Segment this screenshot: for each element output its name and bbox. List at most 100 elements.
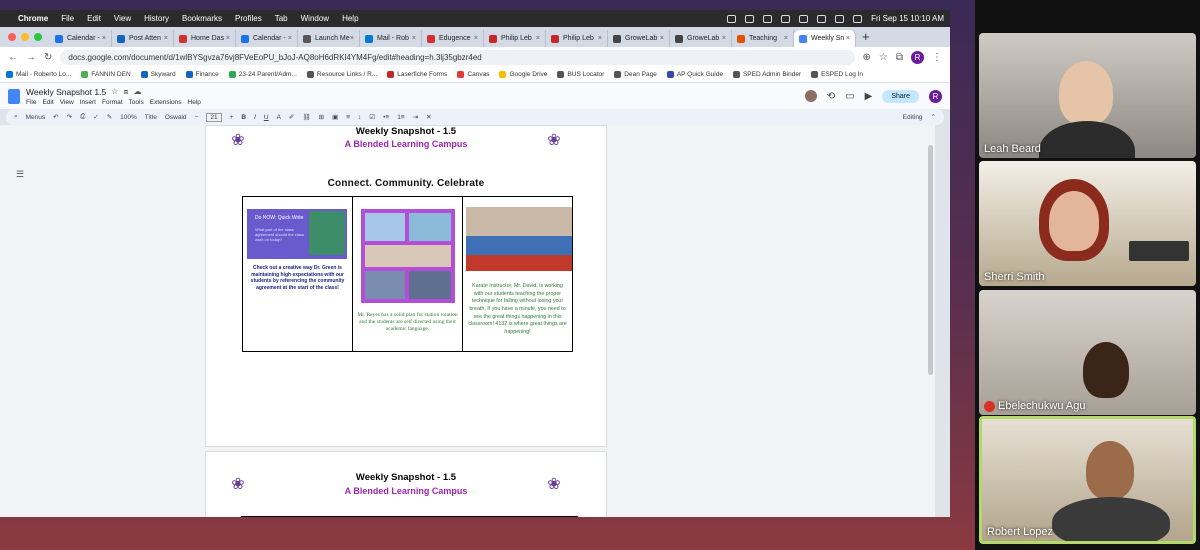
menubar-clock[interactable]: Fri Sep 15 10:10 AM [871,14,944,23]
meet-icon[interactable]: ▶ [865,91,873,102]
browser-tab[interactable]: Edugence × [422,30,484,47]
editing-mode-select[interactable]: Editing [903,114,923,121]
menu-profiles[interactable]: Profiles [235,14,262,23]
close-tab-icon[interactable]: × [288,35,292,42]
browser-tab[interactable]: GroweLab × [670,30,732,47]
bookmark-item[interactable]: Resource Links / R... [306,71,377,78]
bookmark-item[interactable]: ESPED Log In [811,71,863,78]
bookmark-item[interactable]: Canvas [457,71,489,78]
bluetooth-icon[interactable] [781,14,791,23]
bookmark-item[interactable]: Mail - Roberto Lo... [6,71,71,78]
bookmark-item[interactable]: 23-24 Parent/Adm... [228,71,297,78]
browser-tab[interactable]: Calendar - × [50,30,112,47]
wifi-icon[interactable] [817,14,827,23]
bookmark-item[interactable]: Skyward [140,71,176,78]
browser-tab[interactable]: Philip Leb × [484,30,546,47]
browser-tab[interactable]: Post Atten × [112,30,174,47]
docs-menu-item[interactable]: Insert [80,99,96,106]
menu-view[interactable]: View [114,14,131,23]
participant-tile[interactable]: Sherri Smith [979,161,1196,286]
browser-tab[interactable]: Teaching × [732,30,794,47]
extensions-icon[interactable]: ⧉ [896,52,903,63]
focus-icon[interactable] [763,14,773,23]
participant-tile[interactable]: Leah Beard [979,33,1196,158]
redo-icon[interactable]: ↷ [67,113,72,121]
menu-history[interactable]: History [144,14,169,23]
collaborator-avatar[interactable] [804,90,817,102]
address-bar[interactable]: docs.google.com/document/d/1wlBYSgvza76v… [60,49,855,65]
vertical-scrollbar[interactable] [928,145,933,375]
screen-share-icon[interactable] [727,14,737,23]
close-tab-icon[interactable]: × [412,35,416,42]
menu-file[interactable]: File [61,14,74,23]
bookmark-item[interactable]: SPED Admin Binder [732,71,801,78]
print-icon[interactable]: ⎙ [80,113,85,121]
menu-bookmarks[interactable]: Bookmarks [182,14,222,23]
document-title[interactable]: Weekly Snapshot 1.5 [26,87,106,97]
browser-tab[interactable]: Home Das × [174,30,236,47]
menu-tab[interactable]: Tab [275,14,288,23]
close-tab-icon[interactable]: × [226,35,230,42]
bookmark-item[interactable]: BUS Locator [557,71,604,78]
paint-format-icon[interactable]: ✎ [107,113,112,121]
docs-menu-item[interactable]: Edit [42,99,53,106]
docs-profile-avatar[interactable]: R [929,89,942,103]
align-icon[interactable]: ≡ [346,114,350,121]
close-window-icon[interactable] [8,33,16,41]
docs-menu-item[interactable]: File [26,99,36,106]
close-tab-icon[interactable]: × [784,35,788,42]
comment-icon[interactable]: ⊞ [319,113,324,121]
outline-icon[interactable]: ☰ [16,169,24,180]
browser-tab[interactable]: Launch Me × [298,30,360,47]
search-icon[interactable] [835,14,845,23]
zoom-icon[interactable]: ⊕ [863,52,871,63]
document-canvas[interactable]: ☰ ❀ ❀ Weekly Snapshot - 1.5 A Blended Le… [0,125,935,517]
camera-icon[interactable] [745,14,755,23]
menu-help[interactable]: Help [342,14,358,23]
back-icon[interactable]: ← [8,52,18,63]
bookmark-item[interactable]: Laserfiche Forms [387,71,447,78]
bookmark-item[interactable]: Dean Page [614,71,657,78]
history-icon[interactable]: ⟲ [827,91,835,102]
document-page-2[interactable]: ❀ ❀ Weekly Snapshot - 1.5 A Blended Lear… [205,451,607,517]
comments-icon[interactable]: ▭ [845,91,854,102]
undo-icon[interactable]: ↶ [53,113,58,121]
bullet-list-icon[interactable]: •≡ [383,114,389,121]
battery-icon[interactable] [799,14,809,23]
browser-tab[interactable]: Weekly Sn × [794,30,856,47]
close-tab-icon[interactable]: × [102,35,106,42]
italic-icon[interactable]: I [254,114,256,121]
bookmark-item[interactable]: AP Quick Guide [666,71,723,78]
indent-icon[interactable]: ⇥ [413,113,418,121]
style-select[interactable]: Title [145,114,157,121]
bookmark-item[interactable]: Finance [185,71,219,78]
close-tab-icon[interactable]: × [846,35,850,42]
close-tab-icon[interactable]: × [350,35,354,42]
move-folder-icon[interactable]: ⧈ [123,87,128,97]
docs-logo-icon[interactable] [8,88,20,104]
browser-tab[interactable]: GroweLab × [608,30,670,47]
search-menus-icon[interactable]: ⌕ [14,113,18,121]
docs-menu-item[interactable]: Help [188,99,201,106]
close-tab-icon[interactable]: × [722,35,726,42]
browser-tab[interactable]: Philip Leb × [546,30,608,47]
font-increase-icon[interactable]: + [230,114,234,121]
close-tab-icon[interactable]: × [598,35,602,42]
close-tab-icon[interactable]: × [164,35,168,42]
font-select[interactable]: Oswald [165,114,187,121]
chrome-menu-icon[interactable]: ⋮ [932,52,942,63]
forward-icon[interactable]: → [26,52,36,63]
image-icon[interactable]: ▣ [332,113,338,121]
checklist-icon[interactable]: ☑ [369,113,375,121]
docs-menu-item[interactable]: Extensions [150,99,182,106]
bookmark-star-icon[interactable]: ☆ [879,52,888,63]
highlight-icon[interactable]: ✐ [289,113,294,121]
line-spacing-icon[interactable]: ↕ [358,114,361,121]
bookmark-item[interactable]: FANNIN DEN [81,71,131,78]
docs-menu-item[interactable]: Format [102,99,123,106]
close-tab-icon[interactable]: × [660,35,664,42]
new-tab-icon[interactable]: + [862,29,870,44]
text-color-icon[interactable]: A [277,114,281,121]
spellcheck-icon[interactable]: ✓ [93,113,98,121]
menu-edit[interactable]: Edit [87,14,101,23]
